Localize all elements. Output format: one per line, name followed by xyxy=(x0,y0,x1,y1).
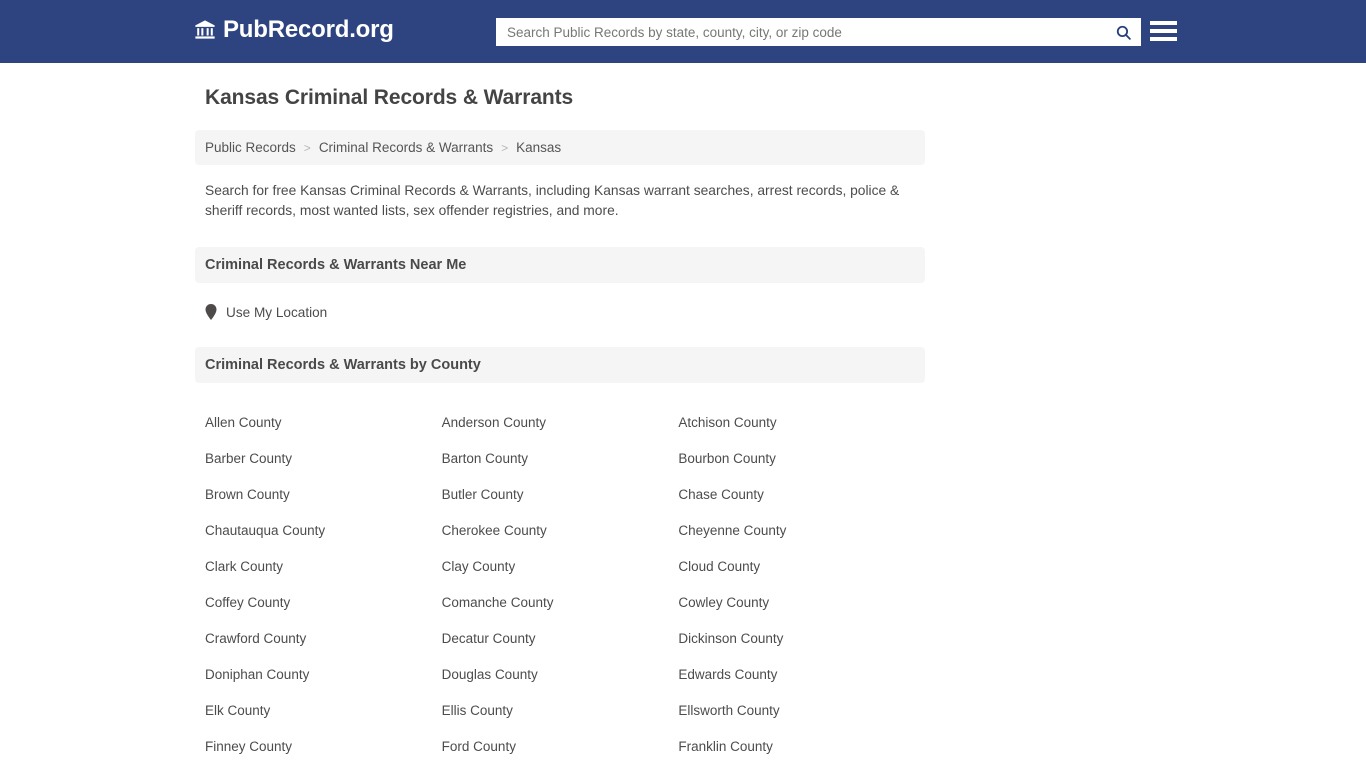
county-link[interactable]: Cheyenne County xyxy=(678,513,915,549)
breadcrumb: Public Records > Criminal Records & Warr… xyxy=(195,130,925,166)
county-link[interactable]: Barton County xyxy=(442,441,679,477)
county-link[interactable]: Cowley County xyxy=(678,585,915,621)
county-link[interactable]: Clark County xyxy=(205,549,442,585)
county-link[interactable]: Ellsworth County xyxy=(678,693,915,729)
section-header-near-me: Criminal Records & Warrants Near Me xyxy=(195,247,925,284)
county-link[interactable]: Edwards County xyxy=(678,657,915,693)
county-link[interactable]: Barber County xyxy=(205,441,442,477)
county-link[interactable]: Butler County xyxy=(442,477,679,513)
county-link[interactable]: Atchison County xyxy=(678,405,915,441)
breadcrumb-item-kansas: Kansas xyxy=(516,140,562,156)
page-intro-text: Search for free Kansas Criminal Records … xyxy=(205,183,900,219)
hamburger-bar-1 xyxy=(1150,21,1177,25)
content-column: Kansas Criminal Records & Warrants Publi… xyxy=(195,85,925,768)
county-link[interactable]: Comanche County xyxy=(442,585,679,621)
county-link[interactable]: Allen County xyxy=(205,405,442,441)
hamburger-bar-2 xyxy=(1150,29,1177,33)
hamburger-menu-icon[interactable] xyxy=(1150,19,1177,43)
search-icon xyxy=(1115,24,1132,41)
search-button[interactable] xyxy=(1106,19,1140,45)
county-link[interactable]: Cherokee County xyxy=(442,513,679,549)
breadcrumb-separator: > xyxy=(501,140,509,155)
county-link[interactable]: Crawford County xyxy=(205,621,442,657)
county-link[interactable]: Coffey County xyxy=(205,585,442,621)
hamburger-bar-3 xyxy=(1150,37,1177,41)
county-link[interactable]: Anderson County xyxy=(442,405,679,441)
county-link[interactable]: Dickinson County xyxy=(678,621,915,657)
county-link[interactable]: Ford County xyxy=(442,729,679,765)
search-bar[interactable] xyxy=(496,18,1141,46)
section-header-by-county: Criminal Records & Warrants by County xyxy=(195,347,925,384)
county-link[interactable]: Elk County xyxy=(205,693,442,729)
map-pin-icon xyxy=(205,304,217,321)
county-link[interactable]: Cloud County xyxy=(678,549,915,585)
site-header: PubRecord.org xyxy=(0,0,1366,63)
search-input[interactable] xyxy=(497,19,1106,45)
county-link[interactable]: Chautauqua County xyxy=(205,513,442,549)
county-link[interactable]: Decatur County xyxy=(442,621,679,657)
breadcrumb-item-public-records[interactable]: Public Records xyxy=(205,140,296,155)
county-link[interactable]: Doniphan County xyxy=(205,657,442,693)
breadcrumb-separator: > xyxy=(303,140,311,155)
site-logo-text: PubRecord.org xyxy=(223,16,394,43)
page-title: Kansas Criminal Records & Warrants xyxy=(205,86,574,109)
site-logo[interactable]: PubRecord.org xyxy=(194,18,394,42)
county-link[interactable]: Bourbon County xyxy=(678,441,915,477)
use-my-location-row[interactable]: Use My Location xyxy=(195,304,925,321)
use-my-location-link[interactable]: Use My Location xyxy=(226,305,327,320)
county-link[interactable]: Brown County xyxy=(205,477,442,513)
county-list: Allen County Anderson County Atchison Co… xyxy=(195,405,925,768)
county-link[interactable]: Douglas County xyxy=(442,657,679,693)
breadcrumb-item-criminal-records-warrants[interactable]: Criminal Records & Warrants xyxy=(319,140,493,155)
county-link[interactable]: Chase County xyxy=(678,477,915,513)
county-link[interactable]: Franklin County xyxy=(678,729,915,765)
county-link[interactable]: Ellis County xyxy=(442,693,679,729)
bank-building-icon xyxy=(194,19,216,41)
county-link[interactable]: Clay County xyxy=(442,549,679,585)
county-link[interactable]: Finney County xyxy=(205,729,442,765)
